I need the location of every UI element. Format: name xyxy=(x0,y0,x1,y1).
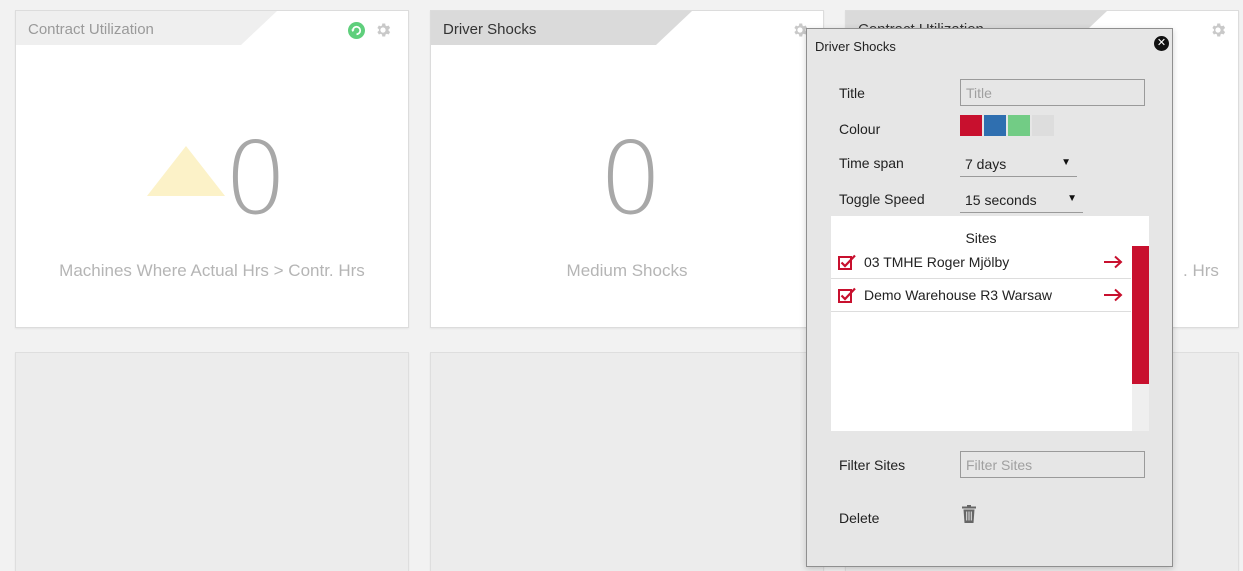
gear-icon[interactable] xyxy=(374,21,392,39)
widget-contract-utilization: Contract Utilization 0 Machines Where Ac… xyxy=(15,10,409,328)
delete-label: Delete xyxy=(839,510,880,526)
checkbox-checked-icon[interactable] xyxy=(838,254,856,270)
widget-empty xyxy=(430,352,824,571)
toggle-speed-value: 15 seconds xyxy=(965,192,1037,208)
widget-title: Driver Shocks xyxy=(443,21,537,38)
timespan-value: 7 days xyxy=(965,156,1007,172)
colour-swatch[interactable] xyxy=(1032,115,1054,136)
site-name: Demo Warehouse R3 Warsaw xyxy=(864,287,1053,303)
arrow-right-icon[interactable] xyxy=(1103,255,1123,269)
dialog-title: Driver Shocks xyxy=(815,39,896,54)
trash-icon[interactable] xyxy=(962,505,976,523)
widget-value: 0 xyxy=(599,120,663,237)
refresh-icon[interactable] xyxy=(348,22,365,39)
colour-swatch[interactable] xyxy=(1008,115,1030,136)
arrow-right-icon[interactable] xyxy=(1103,288,1123,302)
widget-caption: Machines Where Actual Hrs > Contr. Hrs xyxy=(59,261,365,280)
filter-sites-input[interactable] xyxy=(960,451,1145,478)
chevron-down-icon: ▼ xyxy=(1061,157,1071,168)
widget-tab: Contract Utilization xyxy=(16,11,277,45)
site-row[interactable]: Demo Warehouse R3 Warsaw xyxy=(831,279,1131,312)
gear-icon[interactable] xyxy=(1209,21,1227,39)
widget-empty xyxy=(15,352,409,571)
filter-sites-label: Filter Sites xyxy=(839,457,906,473)
site-row[interactable]: 03 TMHE Roger Mjölby xyxy=(831,246,1131,279)
close-icon[interactable]: ✕ xyxy=(1154,36,1169,51)
title-input[interactable] xyxy=(960,79,1145,106)
checkbox-checked-icon[interactable] xyxy=(838,287,856,303)
colour-swatch[interactable] xyxy=(960,115,982,136)
title-label: Title xyxy=(839,85,865,101)
chevron-down-icon: ▼ xyxy=(1067,193,1077,204)
widget-driver-shocks: Driver Shocks 0 Medium Shocks xyxy=(430,10,824,328)
timespan-label: Time span xyxy=(839,155,904,171)
site-name: 03 TMHE Roger Mjölby xyxy=(864,254,1010,270)
widget-tab: Driver Shocks xyxy=(431,11,692,45)
scrollbar-thumb[interactable] xyxy=(1132,246,1149,384)
toggle-speed-label: Toggle Speed xyxy=(839,191,925,207)
widget-caption: . Hrs xyxy=(1183,261,1219,280)
sites-list: Sites 03 TMHE Roger Mjölby Demo Warehouse… xyxy=(831,216,1149,431)
sites-title: Sites xyxy=(965,230,997,246)
warning-triangle-icon xyxy=(147,146,225,196)
toggle-speed-select[interactable]: 15 seconds ▼ xyxy=(960,189,1083,213)
widget-value: 0 xyxy=(224,120,288,237)
widget-title: Contract Utilization xyxy=(28,21,154,38)
colour-swatch[interactable] xyxy=(984,115,1006,136)
widget-settings-dialog: Driver Shocks ✕ Title Colour Time span 7… xyxy=(806,28,1173,567)
widget-caption: Medium Shocks xyxy=(566,261,688,280)
colour-label: Colour xyxy=(839,121,881,137)
timespan-select[interactable]: 7 days ▼ xyxy=(960,153,1077,177)
